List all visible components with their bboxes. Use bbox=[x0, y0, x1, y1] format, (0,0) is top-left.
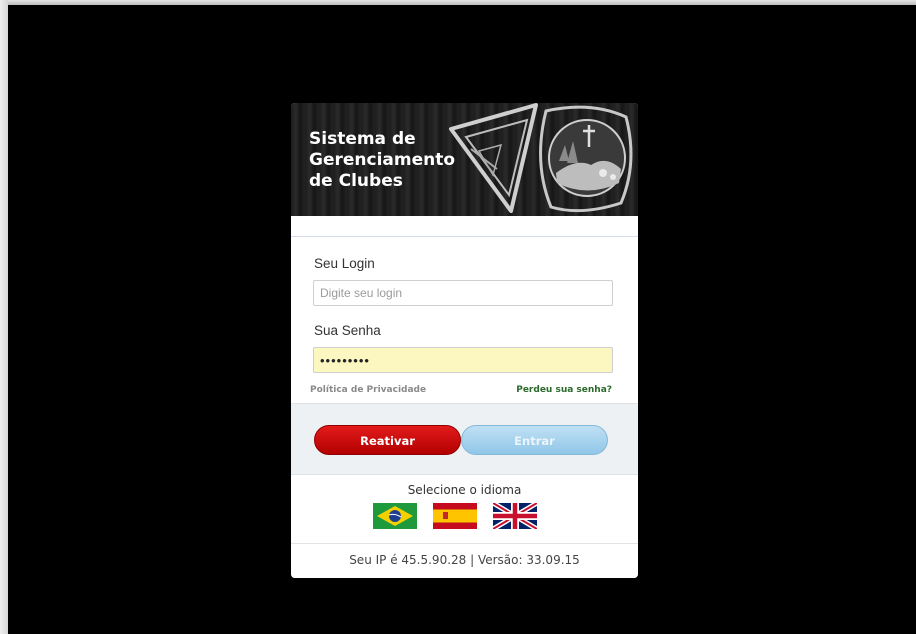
title-line-2: Gerenciamento bbox=[309, 150, 456, 170]
login-header: Sistema de Gerenciamento de Clubes bbox=[291, 103, 638, 216]
title-line-3: de Clubes bbox=[309, 171, 403, 191]
forgot-password-link[interactable]: Perdeu sua senha? bbox=[516, 385, 612, 395]
privacy-policy-link[interactable]: Política de Privacidade bbox=[310, 385, 426, 395]
login-label: Seu Login bbox=[314, 256, 375, 271]
brazil-flag-icon[interactable] bbox=[373, 503, 417, 529]
reactivate-button[interactable]: Reativar bbox=[314, 425, 461, 455]
password-input[interactable] bbox=[313, 347, 613, 373]
language-label: Selecione o idioma bbox=[407, 483, 522, 497]
header-divider bbox=[291, 216, 638, 237]
login-input[interactable] bbox=[313, 280, 613, 306]
ip-version-info: Seu IP é 45.5.90.28 | Versão: 33.09.15 bbox=[349, 553, 580, 567]
title-line-1: Sistema de bbox=[309, 129, 416, 149]
enter-button[interactable]: Entrar bbox=[461, 425, 608, 455]
button-area: Reativar Entrar bbox=[291, 403, 638, 475]
window-left-edge bbox=[0, 0, 8, 634]
spain-flag-icon[interactable] bbox=[433, 503, 477, 529]
uk-flag-icon[interactable] bbox=[493, 503, 537, 529]
login-card: Sistema de Gerenciamento de Clubes Seu L… bbox=[291, 103, 638, 578]
window-top-edge bbox=[0, 0, 916, 5]
club-emblem-icon bbox=[449, 103, 633, 213]
password-label: Sua Senha bbox=[314, 323, 381, 338]
footer: Seu IP é 45.5.90.28 | Versão: 33.09.15 bbox=[291, 543, 638, 578]
